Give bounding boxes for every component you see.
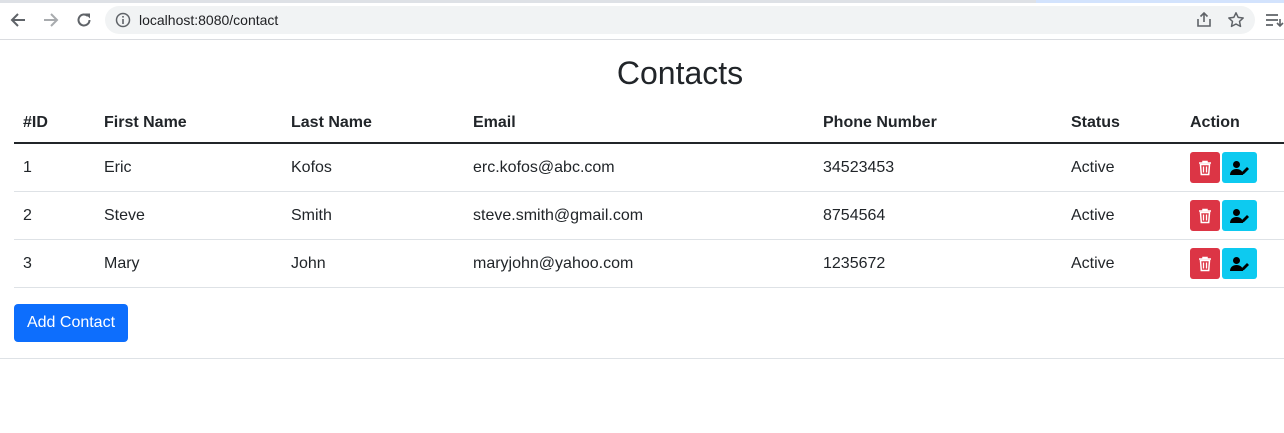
active-tab-edge [1036, 0, 1284, 3]
tab-strip-edge [0, 0, 1284, 3]
cell-actions [1181, 143, 1284, 192]
user-edit-icon [1229, 256, 1249, 271]
cell-first-name: Eric [95, 143, 282, 192]
header-email: Email [464, 103, 814, 144]
table-row: 2 Steve Smith steve.smith@gmail.com 8754… [14, 191, 1284, 240]
url-text: localhost:8080/contact [139, 12, 279, 28]
trash-icon [1199, 208, 1211, 223]
trash-icon [1199, 160, 1211, 175]
cell-status: Active [1062, 191, 1181, 240]
cell-first-name: Mary [95, 239, 282, 288]
table-row: 3 Mary John maryjohn@yahoo.com 1235672 A… [14, 239, 1284, 288]
delete-button[interactable] [1190, 152, 1220, 183]
cell-phone: 34523453 [814, 143, 1062, 192]
user-edit-icon [1229, 160, 1249, 175]
table-header-row: #ID First Name Last Name Email Phone Num… [14, 103, 1284, 144]
address-bar[interactable]: localhost:8080/contact [105, 6, 1255, 34]
cell-id: 2 [14, 191, 95, 240]
reading-list-icon[interactable] [1265, 11, 1284, 29]
back-button[interactable] [7, 9, 29, 31]
header-action: Action [1181, 103, 1284, 144]
cell-status: Active [1062, 239, 1181, 288]
header-id: #ID [14, 103, 95, 144]
cell-email: erc.kofos@abc.com [464, 143, 814, 192]
header-phone-number: Phone Number [814, 103, 1062, 144]
back-arrow-icon [10, 13, 25, 27]
share-icon[interactable] [1195, 11, 1213, 29]
cell-first-name: Steve [95, 191, 282, 240]
trash-icon [1199, 256, 1211, 271]
add-contact-button[interactable]: Add Contact [14, 304, 128, 342]
cell-id: 1 [14, 143, 95, 192]
contacts-table: #ID First Name Last Name Email Phone Num… [14, 103, 1284, 288]
page-title: Contacts [616, 55, 744, 91]
cell-actions [1181, 191, 1284, 240]
delete-button[interactable] [1190, 248, 1220, 279]
reload-button[interactable] [73, 9, 95, 31]
cell-id: 3 [14, 239, 95, 288]
bookmark-star-icon[interactable] [1227, 11, 1245, 29]
header-first-name: First Name [95, 103, 282, 144]
cell-last-name: John [282, 239, 464, 288]
user-edit-icon [1229, 208, 1249, 223]
divider [0, 358, 1284, 359]
cell-email: steve.smith@gmail.com [464, 191, 814, 240]
reload-icon [77, 13, 91, 27]
site-info-icon[interactable] [115, 12, 131, 28]
cell-phone: 8754564 [814, 191, 1062, 240]
table-row: 1 Eric Kofos erc.kofos@abc.com 34523453 … [14, 143, 1284, 192]
edit-user-button[interactable] [1222, 200, 1257, 231]
browser-toolbar: localhost:8080/contact [0, 0, 1284, 40]
delete-button[interactable] [1190, 200, 1220, 231]
cell-last-name: Kofos [282, 143, 464, 192]
cell-actions [1181, 239, 1284, 288]
edit-user-button[interactable] [1222, 152, 1257, 183]
edit-user-button[interactable] [1222, 248, 1257, 279]
cell-phone: 1235672 [814, 239, 1062, 288]
forward-button[interactable] [40, 9, 62, 31]
header-status: Status [1062, 103, 1181, 144]
forward-arrow-icon [44, 13, 59, 27]
cell-status: Active [1062, 143, 1181, 192]
cell-email: maryjohn@yahoo.com [464, 239, 814, 288]
header-last-name: Last Name [282, 103, 464, 144]
cell-last-name: Smith [282, 191, 464, 240]
